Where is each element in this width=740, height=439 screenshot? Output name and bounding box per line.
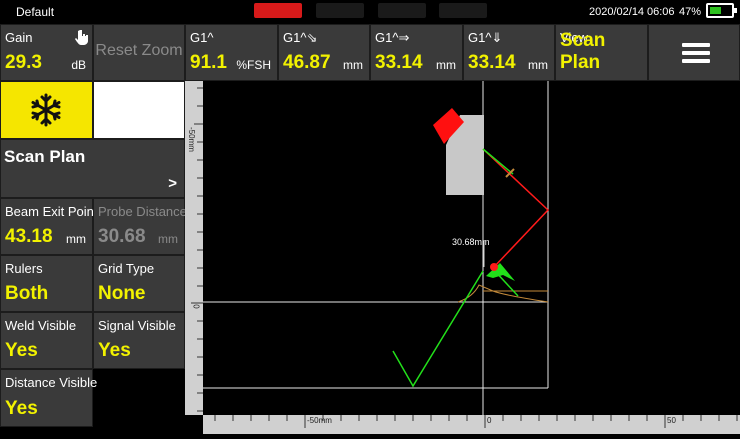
scan-plan-menu[interactable]: Scan Plan > <box>0 139 185 198</box>
probe-distance-tile: Probe Distance 30.68 mm <box>93 198 187 255</box>
param-value: 43.18 <box>5 226 53 247</box>
param-label: Beam Exit Point <box>5 204 98 219</box>
reading-value: 33.14 <box>375 52 423 73</box>
status-indicator-1 <box>254 3 302 18</box>
weld-visible-tile[interactable]: Weld Visible Yes <box>0 312 93 369</box>
gain-value: 29.3 <box>5 52 42 73</box>
left-ruler-label-neg50: -50mm <box>186 127 196 152</box>
bottom-ruler-ticks <box>214 415 738 428</box>
profile-name[interactable]: Default <box>16 5 54 19</box>
param-value: 30.68 <box>98 226 146 247</box>
signal-visible-tile[interactable]: Signal Visible Yes <box>93 312 185 369</box>
gain-tile[interactable]: Gain 29.3 dB <box>0 24 93 81</box>
param-label: Probe Distance <box>98 204 187 219</box>
view-tile[interactable]: View Scan Plan <box>555 24 648 81</box>
left-ruler: -50mm 0 <box>185 81 203 415</box>
distance-visible-tile[interactable]: Distance Visible Yes <box>0 369 97 427</box>
reading-label: G1^ <box>190 30 214 45</box>
freeze-button[interactable] <box>0 81 93 139</box>
bottom-ruler-label-neg50: -50mm <box>307 416 332 425</box>
reading-unit: %FSH <box>236 58 271 72</box>
reading-unit: mm <box>436 58 456 72</box>
scan-plan-drawing <box>203 81 550 415</box>
param-value: Both <box>5 283 49 304</box>
param-unit: mm <box>158 232 178 246</box>
battery-icon <box>706 3 737 18</box>
ruler-corner <box>185 415 203 434</box>
param-label: Rulers <box>5 261 43 276</box>
param-label: Distance Visible <box>5 375 98 390</box>
hamburger-menu-icon <box>682 43 710 63</box>
param-label: Signal Visible <box>98 318 176 333</box>
reading-label: G1^⇘ <box>283 30 318 45</box>
gain-unit: dB <box>71 58 86 72</box>
battery-percent: 47% <box>679 6 702 18</box>
param-unit: mm <box>66 232 86 246</box>
param-label: Weld Visible <box>5 318 77 333</box>
scan-plan-view[interactable]: 30.68mm <box>203 81 740 415</box>
reading-tile-surface[interactable]: G1^⇒ 33.14 mm <box>370 24 463 81</box>
reading-unit: mm <box>343 58 363 72</box>
status-indicator-4 <box>439 3 487 18</box>
reflector-marker <box>490 263 498 271</box>
bottom-ruler: -50mm 0 50 <box>203 415 740 434</box>
beam-exit-point-tile[interactable]: Beam Exit Point 43.18 mm <box>0 198 98 255</box>
blank-button[interactable] <box>93 81 185 139</box>
reading-label: G1^⇒ <box>375 30 410 45</box>
status-indicator-2 <box>316 3 364 18</box>
time-display: 06:06 <box>647 6 675 18</box>
reading-value: 91.1 <box>190 52 227 73</box>
status-bar: Default 2020/02/14 06:06 47% <box>0 0 740 24</box>
grid-type-tile[interactable]: Grid Type None <box>93 255 185 312</box>
param-value: Yes <box>98 340 131 361</box>
battery-fill <box>710 7 721 14</box>
scan-plan-title: Scan Plan <box>4 147 86 166</box>
beam-red-path <box>482 148 550 268</box>
param-value: Yes <box>5 398 38 419</box>
param-label: Grid Type <box>98 261 155 276</box>
status-indicator-3 <box>378 3 426 18</box>
reading-value: 33.14 <box>468 52 516 73</box>
reading-value: 46.87 <box>283 52 331 73</box>
param-value: None <box>98 283 146 304</box>
beam-green-lower <box>392 270 484 388</box>
distance-label: 30.68mm <box>452 237 490 247</box>
snowflake-icon <box>31 93 61 127</box>
view-value: Scan Plan <box>560 30 606 73</box>
reset-zoom-label: Reset Zoom <box>95 42 183 59</box>
left-ruler-label-0: 0 <box>191 304 201 309</box>
beam-green-upper <box>482 148 514 175</box>
reading-tile-soundpath[interactable]: G1^⇘ 46.87 mm <box>278 24 370 81</box>
param-value: Yes <box>5 340 38 361</box>
gain-label: Gain <box>5 30 33 45</box>
reading-unit: mm <box>528 58 548 72</box>
menu-button[interactable] <box>648 24 740 81</box>
chevron-right-icon: > <box>168 175 177 192</box>
reading-tile-amplitude[interactable]: G1^ 91.1 %FSH <box>185 24 278 81</box>
bottom-ruler-label-0: 0 <box>487 416 492 425</box>
bottom-ruler-label-50: 50 <box>667 416 676 425</box>
hand-pointer-icon <box>75 30 88 45</box>
rulers-tile[interactable]: Rulers Both <box>0 255 93 312</box>
date-display: 2020/02/14 <box>589 6 645 18</box>
reading-tile-depth[interactable]: G1^⇓ 33.14 mm <box>463 24 555 81</box>
reading-label: G1^⇓ <box>468 30 503 45</box>
reset-zoom-button[interactable]: Reset Zoom <box>93 24 185 81</box>
weld-profile <box>457 284 549 303</box>
